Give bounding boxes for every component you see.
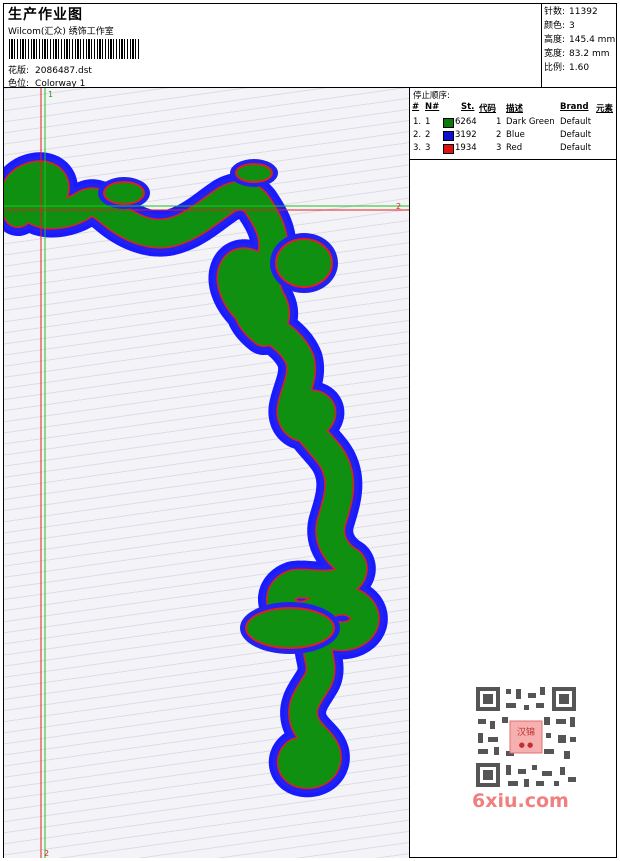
stitch-count: 1934 bbox=[455, 143, 477, 153]
col-header-element: 元素 bbox=[596, 104, 614, 114]
stitch-count: 6264 bbox=[455, 117, 477, 127]
design-file-row: 花版: 2086487.dst bbox=[8, 63, 92, 76]
company-name: Wilcom(汇众) 绣饰工作室 bbox=[8, 27, 114, 37]
stat-label: 宽度: bbox=[544, 49, 566, 59]
color-swatch bbox=[443, 131, 454, 141]
stat-label: 针数: bbox=[544, 7, 566, 17]
guide-marker-bottom: 2 bbox=[44, 849, 49, 858]
col-header-brand: Brand bbox=[560, 102, 589, 112]
needle-number: 3 bbox=[425, 143, 431, 153]
color-code: 3 bbox=[496, 143, 502, 153]
color-code: 2 bbox=[496, 130, 502, 140]
stat-width: 宽度: 83.2 mm bbox=[544, 47, 617, 61]
barcode bbox=[9, 39, 141, 59]
col-header-code: 代码 bbox=[479, 104, 497, 114]
table-row: 1. 1 6264 1 Dark Green Default bbox=[410, 117, 617, 130]
stat-value: 3 bbox=[569, 21, 575, 31]
stat-label: 比例: bbox=[544, 63, 566, 73]
stop-sequence-title: 停止顺序: bbox=[413, 91, 450, 101]
stat-stitches: 针数: 11392 bbox=[544, 5, 617, 19]
stat-colors: 颜色: 3 bbox=[544, 19, 617, 33]
stat-label: 高度: bbox=[544, 35, 566, 45]
color-swatch bbox=[443, 118, 454, 128]
stat-value: 83.2 mm bbox=[569, 49, 610, 59]
brand: Default bbox=[560, 130, 592, 140]
stop-sequence-table: 停止顺序: # N# St. 代码 描述 Brand 元素 1. 1 6264 … bbox=[410, 88, 617, 160]
col-header-n: N# bbox=[425, 102, 440, 112]
stat-label: 颜色: bbox=[544, 21, 566, 31]
design-preview: 1 2 2 bbox=[4, 88, 410, 858]
brand: Default bbox=[560, 117, 592, 127]
color-description: Blue bbox=[506, 130, 525, 140]
lobe-fill bbox=[105, 183, 143, 203]
brand: Default bbox=[560, 143, 592, 153]
col-header-desc: 描述 bbox=[506, 104, 524, 114]
stat-scale: 比例: 1.60 bbox=[544, 61, 617, 75]
stat-value: 145.4 mm bbox=[569, 35, 616, 45]
lobe-fill bbox=[247, 609, 333, 647]
color-description: Red bbox=[506, 143, 523, 153]
watermark-logo: 6xiu.com bbox=[472, 790, 569, 812]
row-number: 3. bbox=[413, 143, 422, 153]
stat-value: 1.60 bbox=[569, 63, 590, 73]
color-swatch bbox=[443, 144, 454, 154]
stitch-count: 3192 bbox=[455, 130, 477, 140]
stat-value: 11392 bbox=[569, 7, 598, 17]
qr-code-graphic: 汉锦 ● ● bbox=[470, 681, 582, 793]
color-description: Dark Green bbox=[506, 117, 555, 127]
table-row: 3. 3 1934 3 Red Default bbox=[410, 143, 617, 156]
col-header-stitches: St. bbox=[461, 102, 475, 112]
guide-marker-top: 1 bbox=[48, 90, 53, 99]
design-label: 花版: bbox=[8, 66, 30, 76]
needle-number: 2 bbox=[425, 130, 431, 140]
qr-code: 汉锦 ● ● bbox=[470, 681, 582, 793]
color-code: 1 bbox=[496, 117, 502, 127]
lobe-fill bbox=[237, 165, 271, 181]
page-title: 生产作业图 bbox=[8, 7, 83, 23]
col-header-num: # bbox=[412, 102, 420, 112]
embroidery-motif bbox=[14, 159, 365, 774]
needle-number: 1 bbox=[425, 117, 431, 127]
embroidery-design: 1 2 2 bbox=[4, 88, 409, 858]
row-number: 2. bbox=[413, 130, 422, 140]
design-stats: 针数: 11392 颜色: 3 高度: 145.4 mm 宽度: 83.2 mm 比例:… bbox=[542, 4, 617, 88]
qr-center-text: 汉锦 bbox=[517, 726, 535, 738]
design-file-name: 2086487.dst bbox=[35, 66, 92, 76]
svg-text:● ●: ● ● bbox=[519, 741, 533, 749]
table-row: 2. 2 3192 2 Blue Default bbox=[410, 130, 617, 143]
row-number: 1. bbox=[413, 117, 422, 127]
lobe-fill bbox=[277, 240, 331, 286]
header-info: 生产作业图 Wilcom(汇众) 绣饰工作室 花版: 2086487.dst 色位… bbox=[4, 4, 542, 89]
guide-marker-right: 2 bbox=[396, 202, 401, 211]
stat-height: 高度: 145.4 mm bbox=[544, 33, 617, 47]
